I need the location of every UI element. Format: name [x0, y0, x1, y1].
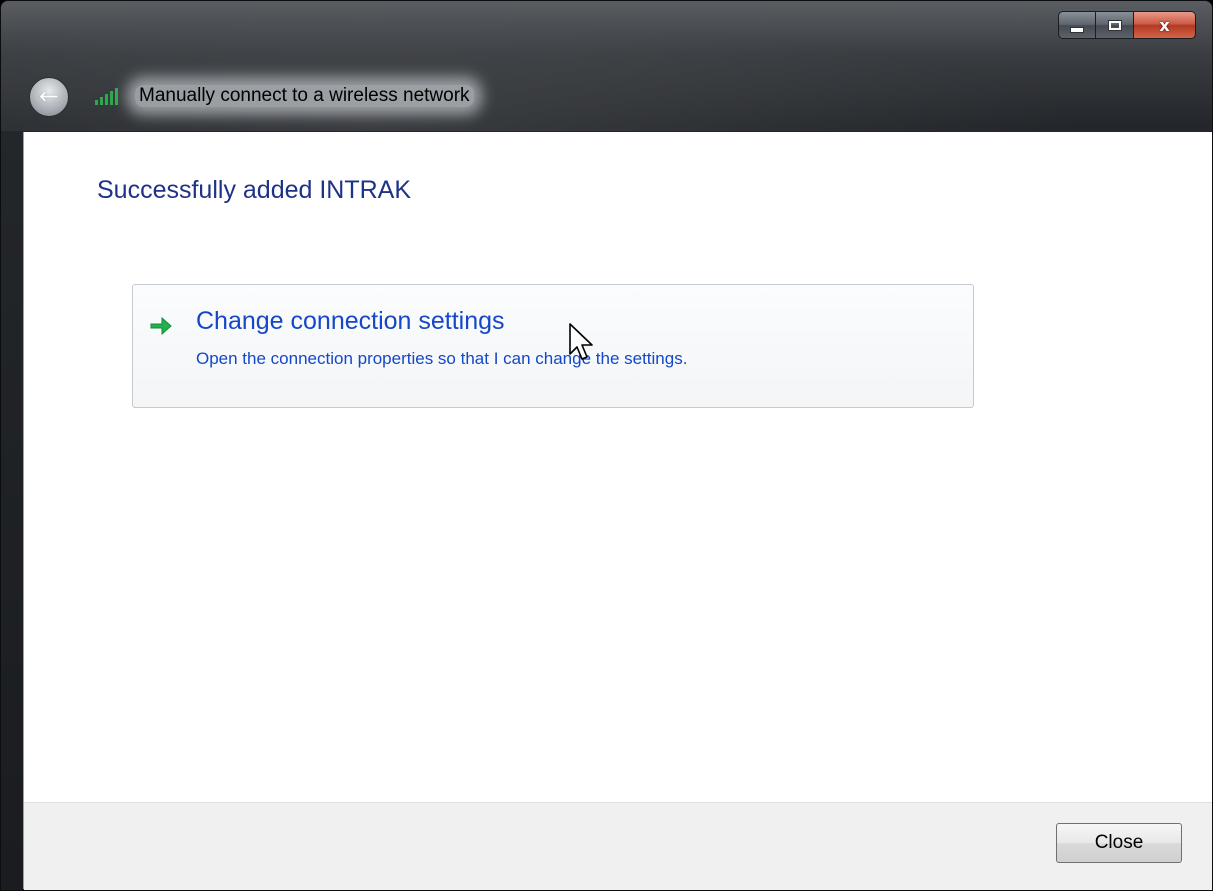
title-bar: Manually connect to a wireless network	[91, 85, 474, 107]
dialog-content: Successfully added INTRAK Change connect…	[23, 132, 1212, 890]
page-heading: Successfully added INTRAK	[97, 176, 412, 204]
close-button[interactable]: Close	[1056, 823, 1182, 863]
dialog-footer: Close	[24, 802, 1212, 890]
maximize-button[interactable]	[1096, 11, 1134, 39]
dialog-window: x ← Manually connect to a wireless netwo…	[0, 0, 1213, 891]
minimize-icon	[1070, 27, 1084, 33]
command-link-title: Change connection settings	[196, 307, 505, 335]
green-arrow-icon	[150, 316, 172, 336]
caption-buttons: x	[1058, 11, 1196, 39]
back-arrow-icon: ←	[38, 81, 60, 110]
change-connection-settings-link[interactable]: Change connection settings Open the conn…	[132, 284, 974, 408]
glass-reflection	[1, 1, 1212, 131]
wifi-signal-icon	[95, 88, 118, 105]
close-icon: x	[1159, 15, 1170, 35]
mouse-cursor-icon	[569, 323, 593, 360]
window-close-button[interactable]: x	[1134, 11, 1196, 39]
window-title: Manually connect to a wireless network	[135, 85, 474, 107]
maximize-icon	[1108, 20, 1121, 30]
minimize-button[interactable]	[1058, 11, 1096, 39]
back-button[interactable]: ←	[29, 77, 69, 117]
command-link-description: Open the connection properties so that I…	[196, 349, 688, 368]
